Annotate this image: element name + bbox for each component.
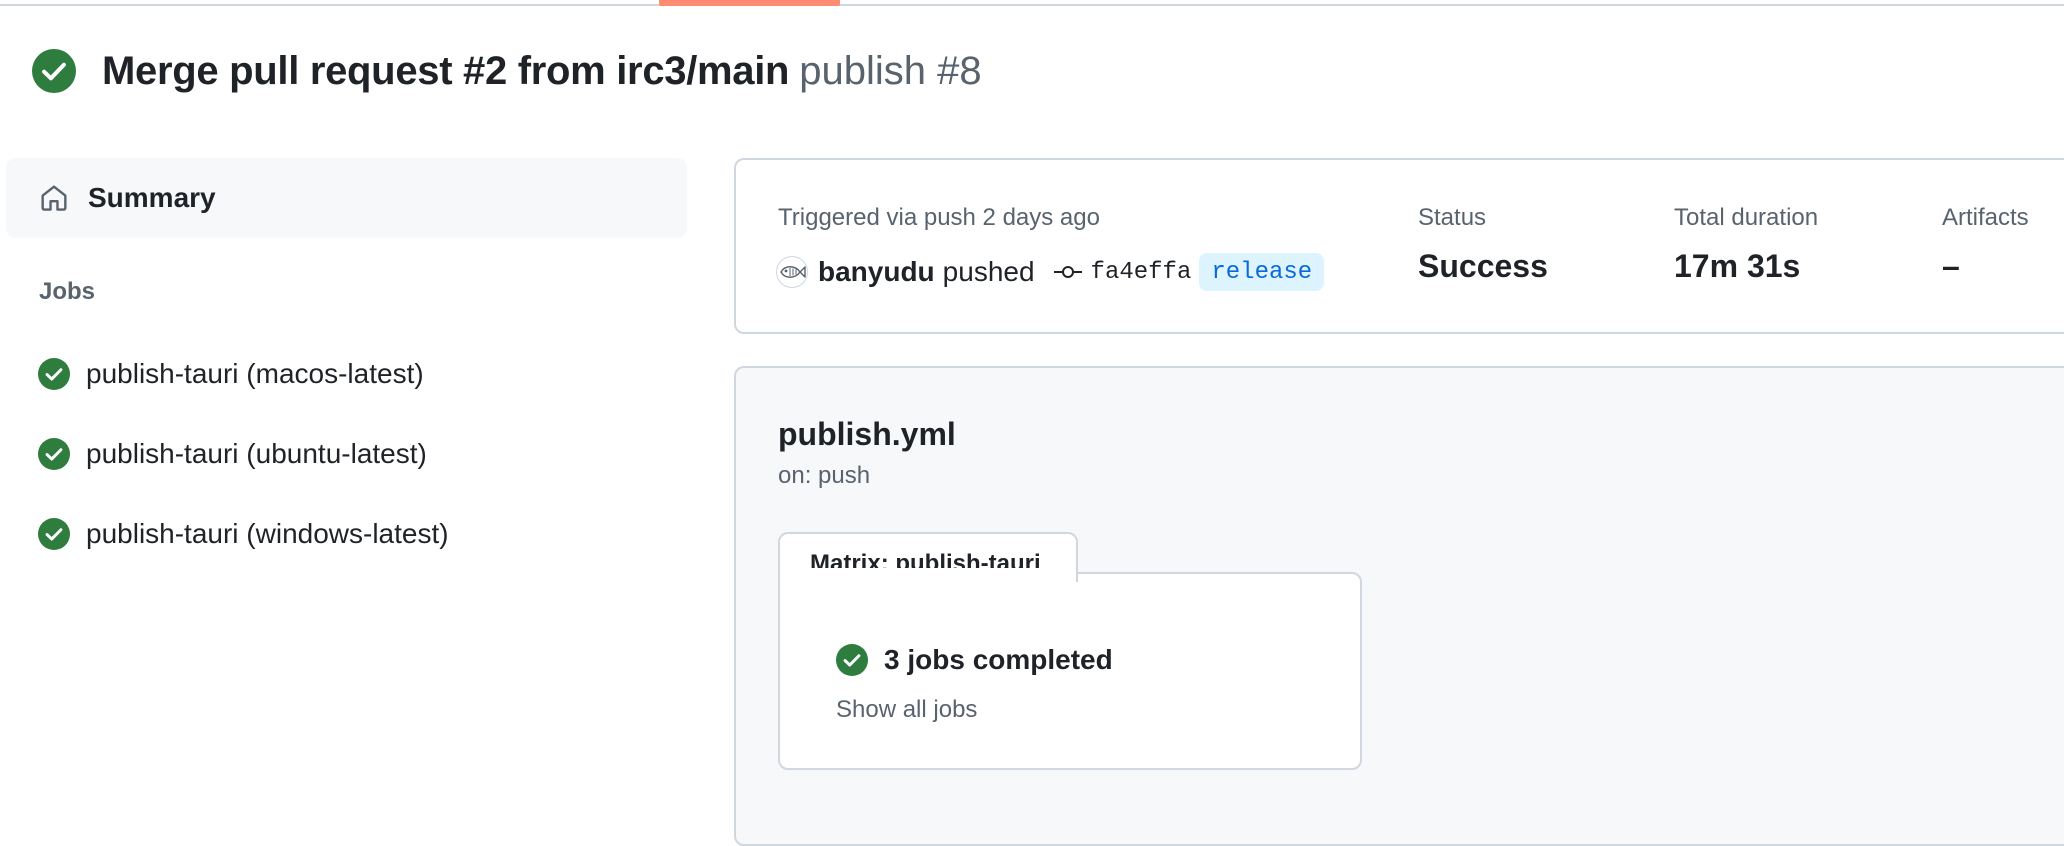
workflow-trigger: on: push [778, 462, 871, 489]
page-title: Merge pull request #2 from irc3/main [102, 48, 790, 93]
job-label: publish-tauri (macos-latest) [86, 358, 424, 389]
pushed-text: pushed [942, 256, 1035, 287]
run-summary-card: Triggered via push 2 days ago banyudu pu… [734, 158, 2064, 334]
workflow-graph-panel: publish.yml on: push Matrix: publish-tau… [734, 366, 2064, 846]
check-circle-fill-icon [836, 644, 868, 676]
matrix-job-group[interactable]: 3 jobs completed Show all jobs [778, 572, 1362, 770]
duration-value: 17m 31s [1674, 248, 1801, 284]
sidebar-item-summary[interactable]: Summary [6, 158, 687, 238]
check-circle-fill-icon [32, 49, 76, 93]
run-title-row: Merge pull request #2 from irc3/main publ… [32, 46, 982, 96]
trigger-text: Triggered via push 2 days ago [778, 204, 1100, 231]
pusher-link[interactable]: banyudu [818, 256, 935, 288]
check-circle-fill-icon [38, 518, 70, 550]
home-icon [41, 185, 67, 211]
jobs-completed-row: 3 jobs completed [836, 640, 1113, 680]
sidebar-job-macos[interactable]: publish-tauri (macos-latest) [38, 354, 424, 394]
job-label: publish-tauri (ubuntu-latest) [86, 438, 427, 469]
status-value: Success [1418, 248, 1548, 284]
git-commit-icon [1053, 266, 1082, 278]
jobs-completed-text: 3 jobs completed [884, 644, 1113, 675]
matrix-tab-joint [780, 568, 1076, 576]
workflow-file-name[interactable]: publish.yml [778, 416, 956, 453]
run-number: publish #8 [799, 48, 982, 93]
check-circle-fill-icon [38, 358, 70, 390]
avatar[interactable] [776, 256, 808, 288]
header-divider [0, 4, 2064, 6]
sidebar-item-label: Summary [88, 182, 216, 213]
active-tab-underline [659, 0, 840, 6]
sidebar-job-windows[interactable]: publish-tauri (windows-latest) [38, 514, 449, 554]
branch-label[interactable]: release [1199, 253, 1325, 291]
show-all-jobs-link[interactable]: Show all jobs [836, 696, 977, 724]
artifacts-value: – [1942, 248, 1960, 284]
pusher-row: banyudu pushed fa4effa release [776, 252, 1325, 292]
job-label: publish-tauri (windows-latest) [86, 518, 449, 549]
artifacts-label: Artifacts [1942, 204, 2029, 231]
commit-sha-link[interactable]: fa4effa [1091, 259, 1192, 286]
status-label: Status [1418, 204, 1487, 231]
fish-icon [780, 266, 806, 278]
duration-label: Total duration [1674, 204, 1819, 231]
check-circle-fill-icon [38, 438, 70, 470]
jobs-heading: Jobs [39, 278, 96, 305]
sidebar-job-ubuntu[interactable]: publish-tauri (ubuntu-latest) [38, 434, 427, 474]
